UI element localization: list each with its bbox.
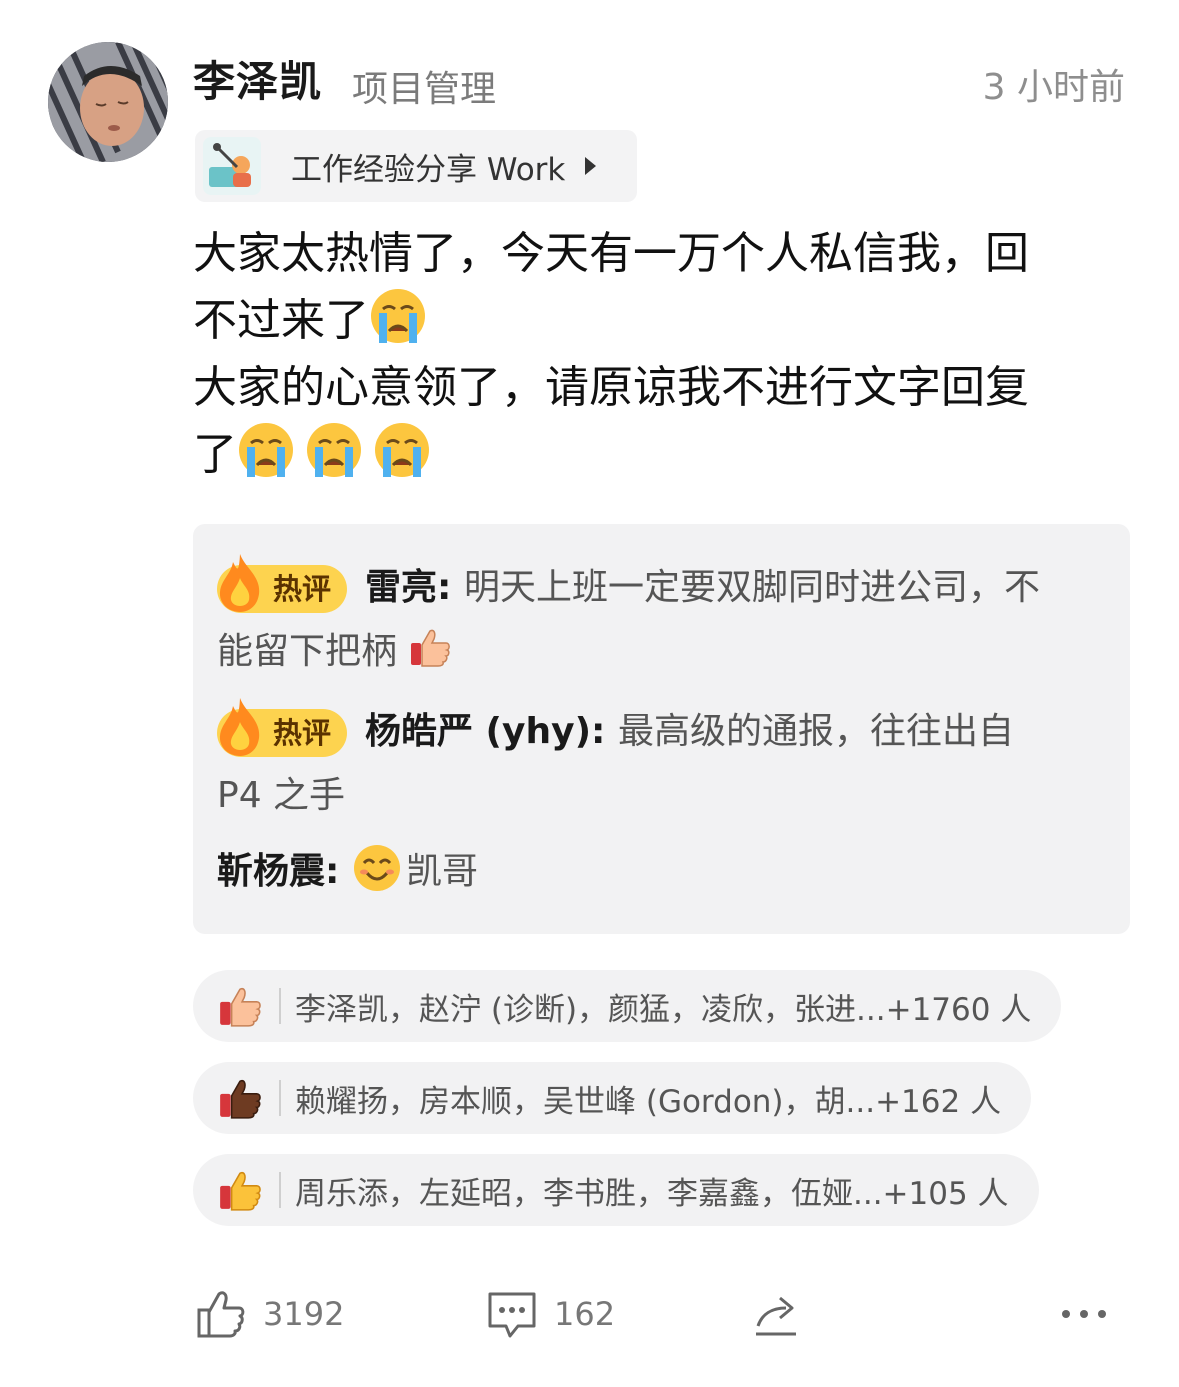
comment-text: P4 之手 — [217, 775, 346, 816]
flame-icon — [219, 698, 260, 756]
comment-separator: : — [437, 567, 464, 608]
crying-face-icon — [375, 423, 429, 477]
comment[interactable]: 靳杨震: 凯哥 — [217, 840, 1097, 904]
comment-separator: : — [325, 851, 352, 892]
crying-face-icon — [307, 423, 361, 477]
post-text-line: 大家的心意领了，请原谅我不进行文字回复 — [193, 362, 1029, 413]
divider — [279, 1080, 281, 1116]
reaction-users: 周乐添，左延昭，李书胜，李嘉鑫，伍娅...+105 人 — [295, 1175, 1009, 1212]
post-timestamp: 3 小时前 — [982, 67, 1125, 108]
crying-face-icon — [239, 423, 293, 477]
comment-button[interactable]: 162 — [486, 1288, 615, 1340]
reaction-row[interactable]: 李泽凯，赵泞 (诊断)，颜猛，凌欣，张进...+1760 人 — [193, 970, 1062, 1042]
channel-tag[interactable]: 工作经验分享 Work — [195, 130, 637, 202]
hot-comments-panel[interactable]: 热评 雷亮: 明天上班一定要双脚同时进公司，不 能留下把柄 热评 杨皓严 (yh… — [193, 524, 1130, 934]
chevron-right-icon — [585, 157, 597, 175]
share-button[interactable] — [750, 1288, 802, 1340]
more-button[interactable] — [1058, 1288, 1110, 1340]
more-dots-icon — [1062, 1310, 1106, 1318]
reaction-users: 赖耀扬，房本顺，吴世峰 (Gordon)，胡...+162 人 — [295, 1083, 1002, 1120]
thumbs-up-outline-icon — [197, 1291, 245, 1338]
flame-icon — [219, 554, 260, 612]
hot-comment[interactable]: 热评 杨皓严 (yhy): 最高级的通报，往往出自 P4 之手 — [217, 698, 1097, 828]
like-button[interactable]: 3192 — [195, 1288, 344, 1340]
comment-bubble-icon — [488, 1292, 536, 1338]
post-body: 大家太热情了，今天有一万个人私信我，回 不过来了 大家的心意领了，请原谅我不进行… — [193, 220, 1113, 488]
channel-name: 工作经验分享 Work — [291, 151, 566, 188]
comment-text: 明天上班一定要双脚同时进公司，不 — [463, 567, 1040, 608]
like-count: 3192 — [263, 1295, 345, 1333]
author-title: 项目管理 — [352, 69, 497, 110]
share-icon — [756, 1296, 796, 1336]
comment-separator: : — [591, 711, 618, 752]
thumbs-up-light-icon — [220, 987, 261, 1027]
divider — [279, 1172, 281, 1208]
comment-text: 凯哥 — [405, 851, 478, 892]
hot-comment[interactable]: 热评 雷亮: 明天上班一定要双脚同时进公司，不 能留下把柄 — [217, 554, 1097, 684]
post-text-line: 不过来了 — [193, 295, 369, 346]
author-avatar[interactable] — [48, 42, 168, 162]
thumbs-up-yellow-icon — [220, 1171, 261, 1211]
reaction-row[interactable]: 周乐添，左延昭，李书胜，李嘉鑫，伍娅...+105 人 — [193, 1154, 1039, 1226]
comment-author[interactable]: 杨皓严 (yhy) — [365, 711, 591, 752]
post-text-line: 大家太热情了，今天有一万个人私信我，回 — [193, 228, 1029, 279]
comment-text: 能留下把柄 — [217, 631, 398, 672]
thumbs-up-icon — [411, 629, 451, 667]
hot-badge: 热评 — [217, 554, 348, 614]
reaction-row[interactable]: 赖耀扬，房本顺，吴世峰 (Gordon)，胡...+162 人 — [193, 1062, 1032, 1134]
channel-icon — [203, 137, 261, 195]
post-text-line: 了 — [193, 429, 237, 480]
comment-author[interactable]: 雷亮 — [365, 567, 437, 608]
reaction-users: 李泽凯，赵泞 (诊断)，颜猛，凌欣，张进...+1760 人 — [295, 991, 1032, 1028]
comment-text: 最高级的通报，往往出自 — [617, 711, 1014, 752]
divider — [279, 988, 281, 1024]
crying-face-icon — [371, 289, 425, 343]
smiling-face-icon — [353, 845, 400, 891]
author-name[interactable]: 李泽凯 — [193, 48, 322, 109]
post-toolbar: 3192 162 — [0, 1280, 1179, 1350]
comment-author[interactable]: 靳杨震 — [217, 851, 325, 892]
hot-badge: 热评 — [217, 698, 348, 758]
comment-count: 162 — [554, 1295, 616, 1333]
thumbs-up-dark-icon — [220, 1079, 261, 1119]
